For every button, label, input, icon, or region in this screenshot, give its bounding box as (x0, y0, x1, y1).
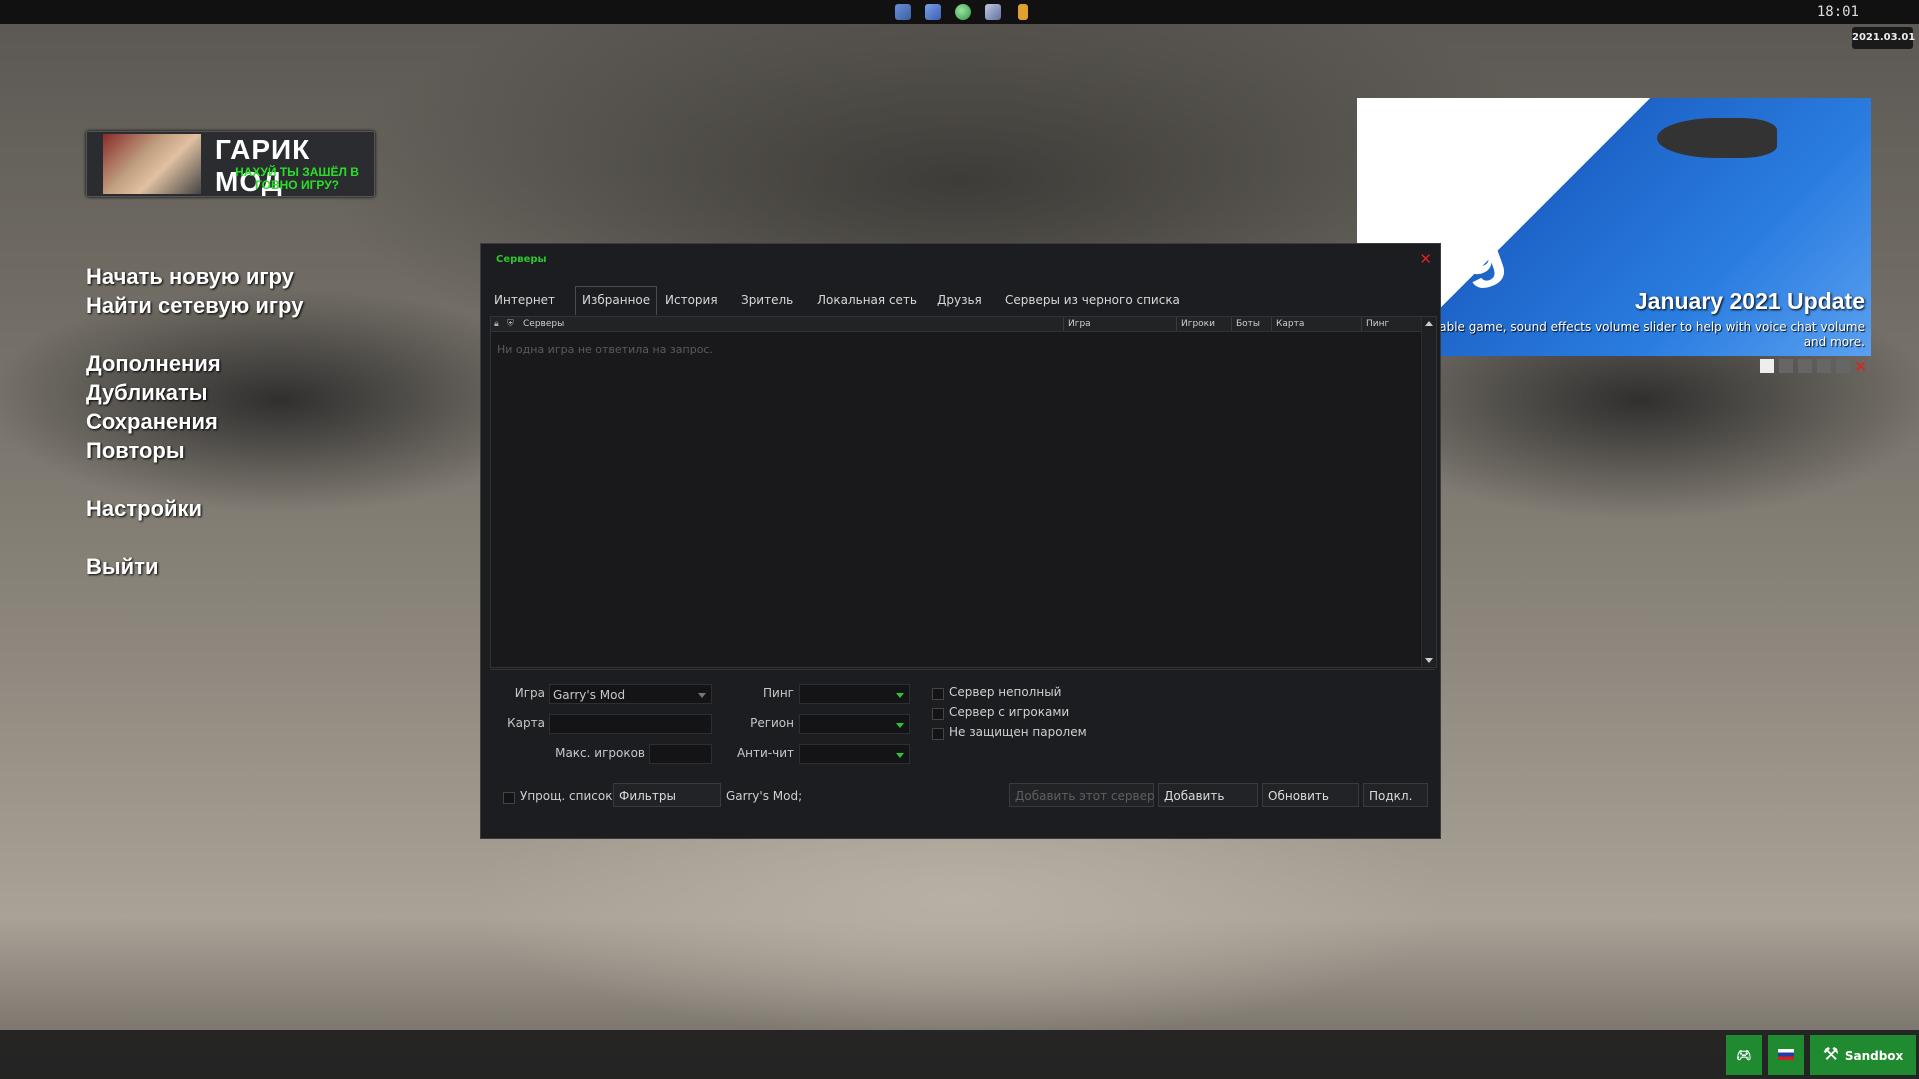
not-full-label: Сервер неполный (949, 685, 1062, 699)
column-map[interactable]: Карта (1276, 318, 1304, 330)
anticheat-filter-label: Анти-чит (736, 746, 794, 760)
news-title: January 2021 Update (1634, 288, 1865, 314)
news-description: able game, sound effects volume slider t… (1439, 320, 1865, 349)
column-bots[interactable]: Боты (1236, 318, 1260, 330)
region-filter-dropdown[interactable] (799, 714, 910, 734)
column-game[interactable]: Игра (1068, 318, 1091, 330)
news-page-dot[interactable] (1779, 359, 1793, 373)
column-divider (1271, 317, 1272, 331)
logo-portrait (103, 134, 201, 194)
column-divider (1176, 317, 1177, 331)
menu-find-game[interactable]: Найти сетевую игру (86, 293, 303, 319)
filter-summary: Garry's Mod; (726, 789, 803, 803)
globe-icon[interactable] (955, 4, 971, 20)
tab-internet[interactable]: Интернет (488, 288, 561, 312)
column-divider (1231, 317, 1232, 331)
gamemode-button[interactable]: ⚒ Sandbox (1810, 1035, 1916, 1075)
filter-panel: Игра Garry's Mod Карта Макс. игроков Пин… (490, 669, 1435, 830)
simple-list-checkbox[interactable] (503, 792, 515, 804)
tab-blacklist[interactable]: Серверы из черного списка (999, 288, 1186, 312)
refresh-button[interactable]: Обновить (1262, 783, 1359, 807)
logo-subtitle: НАХУЙ ТЫ ЗАШЁЛ В ГОВНО ИГРУ? (235, 165, 359, 192)
column-players[interactable]: Игроки (1181, 318, 1215, 330)
menu-demos[interactable]: Повторы (86, 438, 185, 464)
language-flag-icon[interactable] (1768, 1035, 1804, 1075)
chevron-down-icon (698, 693, 706, 698)
menu-dupes[interactable]: Дубликаты (86, 380, 208, 406)
ping-filter-dropdown[interactable] (799, 684, 910, 704)
region-filter-label: Регион (750, 716, 794, 730)
add-this-server-button[interactable]: Добавить этот сервер (1009, 783, 1155, 807)
shield-icon[interactable]: ⛨ (507, 318, 514, 330)
server-list[interactable]: 🔒︎ ⛨ Серверы Игра Игроки Боты Карта Пинг… (490, 316, 1437, 668)
menu-saves[interactable]: Сохранения (86, 409, 218, 435)
brush-icon[interactable] (925, 4, 941, 20)
filters-button[interactable]: Фильтры (613, 783, 721, 807)
column-divider (1063, 317, 1064, 331)
max-players-input[interactable] (649, 744, 712, 764)
no-password-label: Не защищен паролем (949, 725, 1087, 739)
menu-addons[interactable]: Дополнения (86, 351, 221, 377)
anticheat-filter-dropdown[interactable] (799, 744, 910, 764)
hammer-icon: ⚒ (1822, 1044, 1839, 1065)
game-filter-label: Игра (514, 686, 545, 700)
column-servers[interactable]: Серверы (523, 318, 564, 330)
news-page-dot[interactable] (1817, 359, 1831, 373)
gamepad-icon[interactable]: 🎮︎ (1726, 1035, 1762, 1075)
lock-icon[interactable]: 🔒︎ (494, 318, 499, 330)
tab-spectate[interactable]: Зритель (735, 288, 799, 312)
column-header-row: 🔒︎ ⛨ Серверы Игра Игроки Боты Карта Пинг (491, 317, 1421, 332)
tab-friends[interactable]: Друзья (931, 288, 988, 312)
close-icon[interactable]: ✕ (1419, 250, 1432, 268)
gmod-logo: g (1444, 203, 1514, 295)
max-players-label: Макс. игроков (555, 746, 645, 760)
column-divider (1361, 317, 1362, 331)
news-page-dot[interactable] (1836, 359, 1850, 373)
menu-options[interactable]: Настройки (86, 496, 202, 522)
menu-quit[interactable]: Выйти (86, 554, 159, 580)
add-button[interactable]: Добавить (1158, 783, 1258, 807)
chevron-down-icon (896, 753, 904, 758)
scrollbar[interactable] (1421, 317, 1436, 667)
game-filter-value: Garry's Mod (553, 688, 626, 702)
page-icon[interactable] (1018, 4, 1028, 20)
menu-new-game[interactable]: Начать новую игру (86, 264, 294, 290)
chevron-down-icon (896, 693, 904, 698)
tab-favorites[interactable]: Избранное (575, 286, 658, 315)
date-badge: 2021.03.01 (1852, 27, 1915, 49)
news-helicopter-graphic (1657, 118, 1777, 158)
logo: ГАРИК МОД НАХУЙ ТЫ ЗАШЁЛ В ГОВНО ИГРУ? (86, 131, 375, 197)
simple-list-label: Упрощ. список (520, 789, 613, 803)
has-players-label: Сервер с игроками (949, 705, 1070, 719)
connect-button[interactable]: Подкл. (1363, 783, 1428, 807)
top-bar: 18:01 (0, 0, 1919, 24)
russian-flag-icon (1778, 1049, 1794, 1060)
not-full-checkbox[interactable] (932, 688, 944, 700)
clock: 18:01 (1816, 4, 1859, 20)
bottom-bar (0, 1030, 1919, 1079)
scroll-down-arrow-icon[interactable] (1425, 658, 1433, 663)
dialog-title: Серверы (496, 254, 547, 265)
tab-lan[interactable]: Локальная сеть (811, 288, 923, 312)
game-filter-dropdown[interactable]: Garry's Mod (549, 684, 712, 704)
ping-filter-label: Пинг (763, 686, 794, 700)
news-page-dot[interactable] (1798, 359, 1812, 373)
chevron-down-icon (896, 723, 904, 728)
news-close-icon[interactable]: ✕ (1854, 357, 1867, 376)
map-filter-input[interactable] (549, 714, 712, 734)
server-browser-dialog: Серверы ✕ Интернет Избранное История Зри… (480, 243, 1441, 839)
empty-list-message: Ни одна игра не ответила на запрос. (497, 343, 713, 356)
has-players-checkbox[interactable] (932, 708, 944, 720)
wrench-icon[interactable] (985, 4, 1001, 20)
pencil-icon[interactable] (895, 4, 911, 20)
no-password-checkbox[interactable] (932, 728, 944, 740)
column-ping[interactable]: Пинг (1366, 318, 1389, 330)
map-filter-label: Карта (507, 716, 545, 730)
tab-history[interactable]: История (659, 288, 724, 312)
scroll-up-arrow-icon[interactable] (1425, 321, 1433, 326)
gamemode-label: Sandbox (1844, 1049, 1904, 1063)
news-page-dot[interactable] (1760, 359, 1774, 373)
